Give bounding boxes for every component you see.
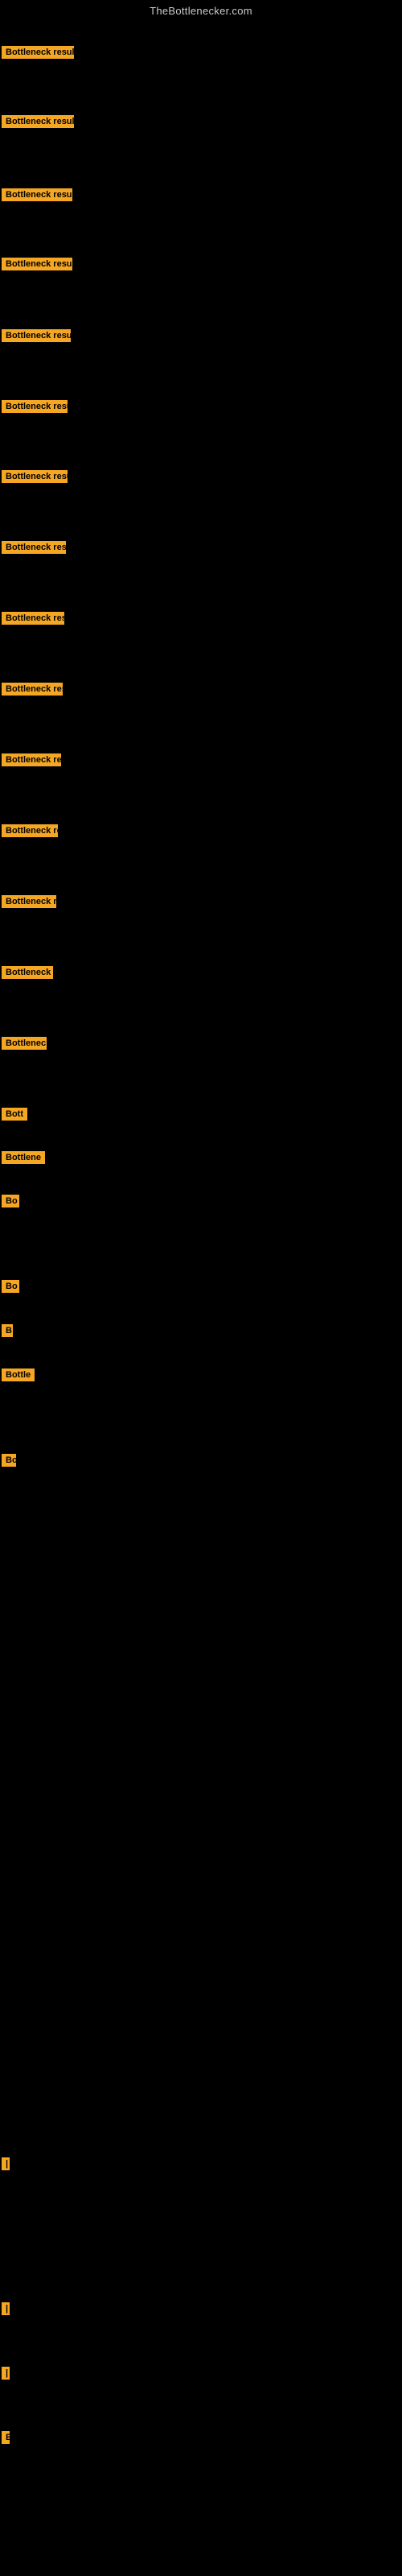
bottleneck-badge-24: |: [2, 2367, 10, 2380]
bottleneck-badge-5: Bottleneck resul: [2, 400, 68, 413]
bottleneck-badge-9: Bottleneck resu: [2, 683, 63, 696]
bottleneck-badge-21: Bo: [2, 1454, 16, 1467]
bottleneck-badge-17: Bo: [2, 1195, 19, 1208]
bottleneck-badge-4: Bottleneck result: [2, 329, 71, 342]
bottleneck-badge-18: Bo: [2, 1280, 19, 1293]
bottleneck-badge-10: Bottleneck res: [2, 753, 61, 766]
bottleneck-badge-14: Bottlenec: [2, 1037, 47, 1050]
bottleneck-badge-12: Bottleneck res: [2, 895, 56, 908]
bottleneck-badge-11: Bottleneck res: [2, 824, 58, 837]
bottleneck-badge-19: B: [2, 1324, 13, 1337]
bottleneck-badge-8: Bottleneck resu: [2, 612, 64, 625]
bottleneck-badge-20: Bottle: [2, 1368, 35, 1381]
bottleneck-badge-1: Bottleneck result: [2, 115, 74, 128]
site-title: TheBottlenecker.com: [0, 0, 402, 20]
bottleneck-badge-16: Bottlene: [2, 1151, 45, 1164]
bottleneck-badge-3: Bottleneck result: [2, 258, 72, 270]
bottleneck-badge-6: Bottleneck result: [2, 470, 68, 483]
bottleneck-badge-13: Bottleneck re: [2, 966, 53, 979]
bottleneck-badge-15: Bott: [2, 1108, 27, 1121]
bottleneck-badge-7: Bottleneck result: [2, 541, 66, 554]
bottleneck-badge-22: |: [2, 2157, 10, 2170]
bottleneck-badge-25: B: [2, 2431, 10, 2444]
bottleneck-badge-0: Bottleneck result: [2, 46, 74, 59]
bottleneck-badge-2: Bottleneck result: [2, 188, 72, 201]
bottleneck-badge-23: |: [2, 2302, 10, 2315]
